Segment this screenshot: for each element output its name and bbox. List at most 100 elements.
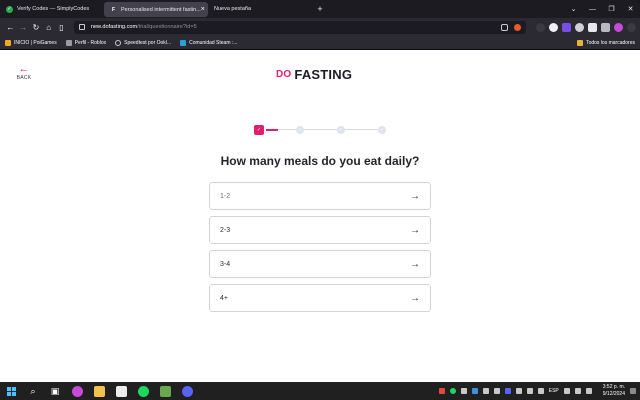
- clock-date: 9/12/2024: [602, 391, 625, 397]
- tray-discord-icon[interactable]: [504, 388, 511, 394]
- step-4-dot: ✓: [378, 126, 386, 134]
- arrow-right-icon: →: [410, 258, 420, 270]
- option-label: 4+: [220, 294, 228, 302]
- arrow-right-icon: →: [410, 224, 420, 236]
- discord-icon[interactable]: [180, 384, 194, 398]
- bookmark-roblox[interactable]: Perfil - Roblox: [65, 39, 106, 46]
- dofasting-logo: DO FASTING: [276, 66, 352, 82]
- extension-circle-icon[interactable]: [548, 22, 558, 32]
- spotify-icon[interactable]: [136, 384, 150, 398]
- bookmark-speedtest[interactable]: Speedtest por Ookl...: [115, 39, 172, 46]
- reload-icon[interactable]: ↻: [30, 23, 43, 32]
- bookmark-poigames[interactable]: INICIO | PoiGames: [5, 39, 57, 46]
- tab-title: Nueva pestaña: [214, 6, 251, 12]
- tab-dofasting[interactable]: F Personalised intermittent fastin... ×: [104, 2, 208, 17]
- tab-title: Verify Codes — SimplyCodes: [17, 6, 90, 12]
- tray-app-icon[interactable]: [438, 388, 445, 394]
- minimize-icon[interactable]: —: [583, 6, 602, 13]
- windows-start-icon[interactable]: [4, 384, 18, 398]
- extensions-area: [535, 22, 636, 32]
- back-nav-icon[interactable]: ←: [4, 23, 17, 32]
- bookmark-all[interactable]: Todos los marcadores: [577, 39, 635, 46]
- tray-icon[interactable]: [526, 388, 533, 394]
- step-1-check-icon: ✓: [254, 125, 264, 135]
- bookmark-icon[interactable]: ▯: [55, 23, 68, 32]
- folder-icon: [577, 39, 584, 46]
- extension-window-icon[interactable]: [587, 22, 597, 32]
- steam-icon: [180, 39, 187, 46]
- tab-close-icon[interactable]: ×: [201, 6, 205, 13]
- battery-icon[interactable]: [585, 388, 592, 394]
- arrow-right-icon: →: [410, 190, 420, 202]
- back-button[interactable]: ← BACK: [14, 63, 34, 82]
- url-path: /trial/questionnaire?id=5: [137, 24, 197, 30]
- close-window-icon[interactable]: ✕: [621, 5, 640, 13]
- simplycodes-favicon-icon: ✓: [6, 5, 13, 13]
- progress-line-active: [266, 129, 278, 131]
- window-controls: ⌄ — ❐ ✕: [564, 0, 640, 18]
- answer-options: 1-2 → 2-3 → 3-4 → 4+ →: [209, 182, 431, 318]
- arrow-right-icon: →: [410, 292, 420, 304]
- search-icon[interactable]: ⌕: [26, 384, 40, 398]
- system-tray: ESP 3:52 p. m. 9/12/2024: [438, 384, 636, 398]
- chevron-up-icon[interactable]: [537, 388, 544, 394]
- progress-line: [345, 129, 378, 130]
- firefox-app-icon[interactable]: [70, 384, 84, 398]
- extension-profile-icon[interactable]: [574, 22, 584, 32]
- extension-grid-icon[interactable]: [600, 22, 610, 32]
- option-1-2[interactable]: 1-2 →: [209, 182, 431, 210]
- notifications-icon[interactable]: [630, 388, 636, 394]
- site-info-icon[interactable]: [78, 24, 85, 30]
- option-3-4[interactable]: 3-4 →: [209, 250, 431, 278]
- volume-icon[interactable]: [574, 388, 581, 394]
- brave-shield-icon[interactable]: [513, 23, 521, 31]
- roblox-icon: [65, 39, 72, 46]
- file-explorer-icon[interactable]: [92, 384, 106, 398]
- list-all-tabs-icon[interactable]: ⌄: [564, 5, 583, 13]
- tab-simplycodes[interactable]: ✓ Verify Codes — SimplyCodes: [0, 0, 104, 18]
- logo-do: DO: [276, 68, 292, 80]
- wifi-icon[interactable]: [563, 388, 570, 394]
- tray-icon[interactable]: [493, 388, 500, 394]
- bookmark-label: Todos los marcadores: [586, 39, 635, 46]
- tray-icon[interactable]: [515, 388, 522, 394]
- tab-title: Personalised intermittent fastin...: [121, 6, 201, 13]
- dofasting-favicon-icon: F: [111, 6, 116, 13]
- forward-nav-icon[interactable]: →: [17, 23, 30, 32]
- option-label: 3-4: [220, 260, 231, 268]
- app-icon[interactable]: [114, 384, 128, 398]
- extension-firefox-icon[interactable]: [613, 22, 623, 32]
- task-view-icon[interactable]: ▣: [48, 384, 62, 398]
- home-icon[interactable]: ⌂: [42, 23, 55, 32]
- browser-nav-bar: ← → ↻ ⌂ ▯ new.dofasting.com/trial/questi…: [0, 18, 640, 36]
- tray-spotify-icon[interactable]: [449, 388, 456, 394]
- clock[interactable]: 3:52 p. m. 9/12/2024: [603, 384, 625, 398]
- step-2-dot: ✓: [296, 126, 304, 134]
- option-label: 2-3: [220, 226, 231, 234]
- share-icon[interactable]: [500, 23, 508, 31]
- poigames-icon: [5, 39, 11, 46]
- option-2-3[interactable]: 2-3 →: [209, 216, 431, 244]
- new-tab-plus-icon[interactable]: +: [312, 4, 328, 14]
- extension-a-icon[interactable]: [561, 22, 571, 32]
- minecraft-icon[interactable]: [158, 384, 172, 398]
- back-label: BACK: [16, 75, 32, 81]
- menu-icon[interactable]: [626, 22, 636, 32]
- maximize-icon[interactable]: ❐: [602, 5, 621, 13]
- arrow-left-icon: ←: [18, 63, 30, 75]
- option-4-plus[interactable]: 4+ →: [209, 284, 431, 312]
- tray-icon[interactable]: [471, 388, 478, 394]
- extension-puzzle-icon[interactable]: [535, 22, 545, 32]
- page-content: ← BACK DO FASTING ✓ ✓ ✓ ✓ How many meals…: [0, 50, 640, 382]
- step-progress: ✓ ✓ ✓ ✓: [254, 125, 388, 135]
- windows-taskbar: ⌕ ▣ ESP 3:52 p. m. 9/12/2024: [0, 382, 640, 400]
- bookmark-label: Speedtest por Ookl...: [124, 39, 172, 46]
- language-indicator[interactable]: ESP: [549, 388, 559, 394]
- tray-icon[interactable]: [460, 388, 467, 394]
- tab-new-tab[interactable]: Nueva pestaña: [208, 0, 312, 18]
- bookmark-steam[interactable]: Comunidad Steam :...: [180, 39, 237, 46]
- address-bar[interactable]: new.dofasting.com/trial/questionnaire?id…: [73, 20, 526, 34]
- logo-fasting: FASTING: [294, 66, 353, 82]
- tray-icon[interactable]: [482, 388, 489, 394]
- browser-tab-bar: ✓ Verify Codes — SimplyCodes F Personali…: [0, 0, 640, 18]
